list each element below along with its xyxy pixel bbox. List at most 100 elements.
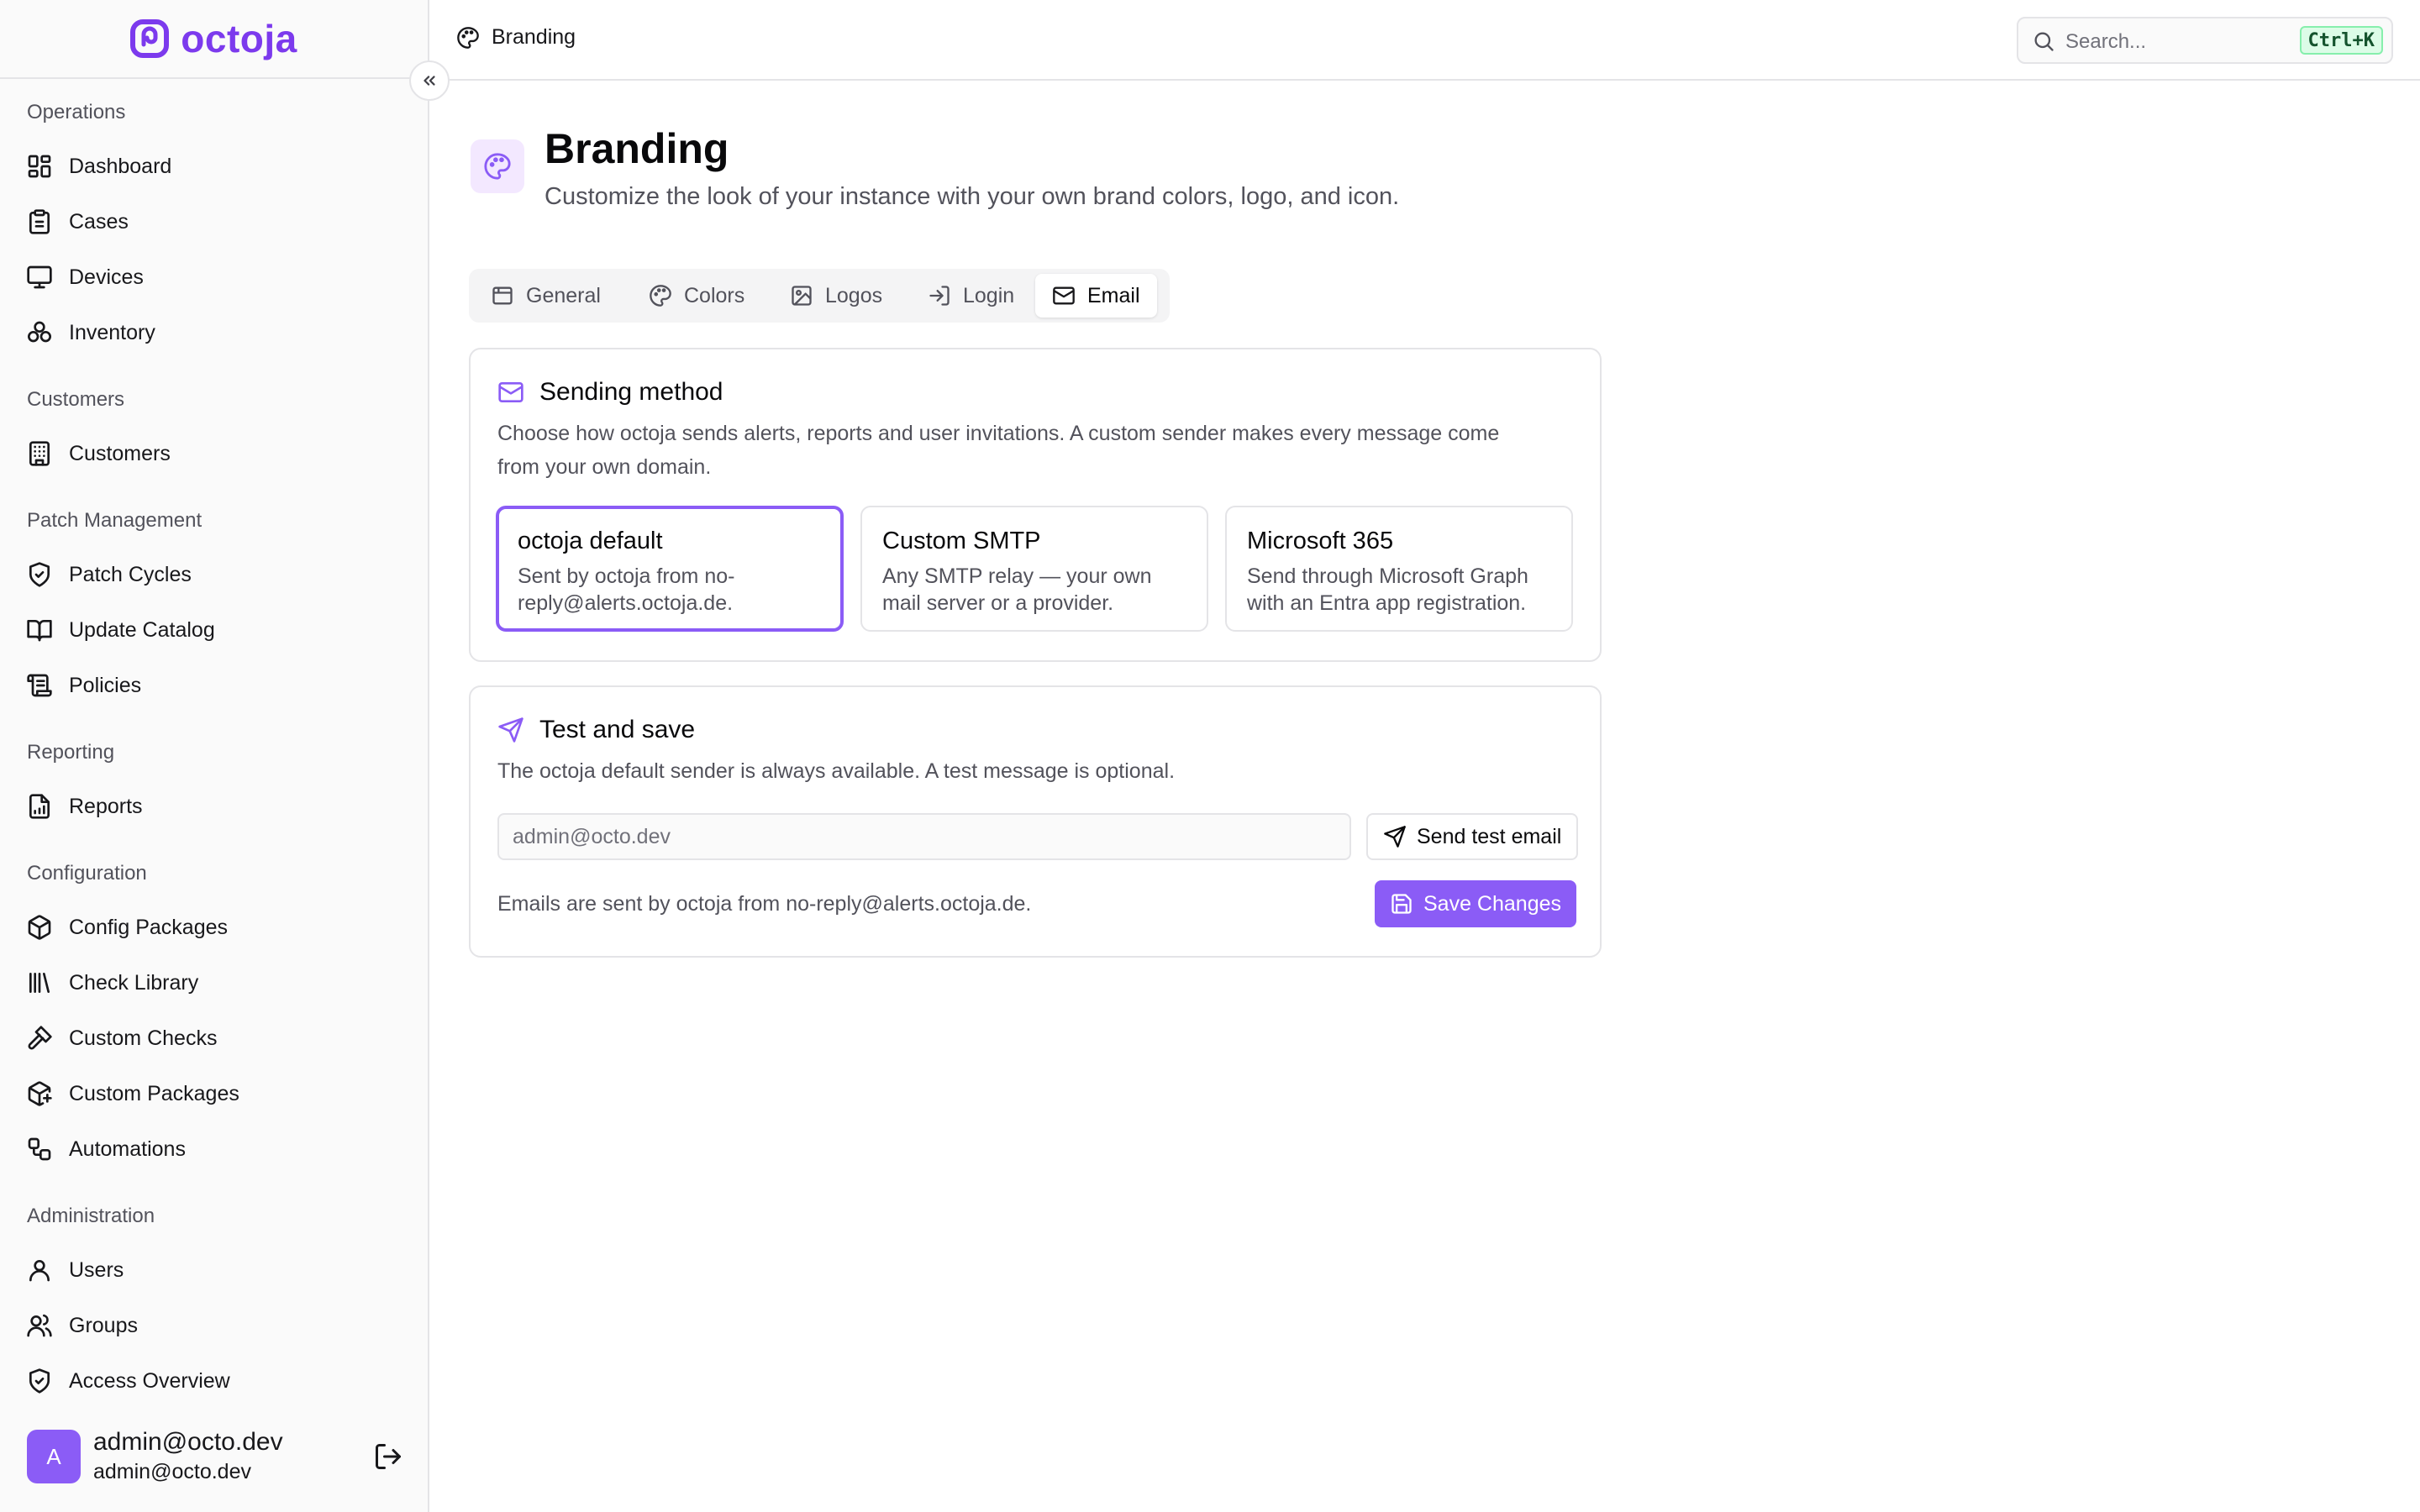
sidebar-item-groups[interactable]: Groups (25, 1302, 403, 1349)
app-logo-text[interactable]: octoja (181, 16, 297, 61)
sidebar-item-label: Dashboard (69, 154, 172, 178)
sidebar-item-label: Access Overview (69, 1368, 230, 1393)
palette-icon (649, 284, 672, 307)
shield-check-icon (25, 1367, 54, 1395)
sidebar-item-label: Policies (69, 673, 142, 697)
sidebar-item-custom-packages[interactable]: Custom Packages (25, 1070, 403, 1117)
description-line: Choose how octoja sends alerts, reports … (497, 422, 1500, 445)
option-description: Send through Microsoft Graph with an Ent… (1247, 564, 1528, 615)
option-custom-smtp[interactable]: Custom SMTP Any SMTP relay — your own ma… (860, 506, 1208, 632)
save-icon (1390, 892, 1413, 916)
user-panel: A admin@octo.dev admin@octo.dev (0, 1420, 428, 1512)
sidebar-section-label: Administration (27, 1205, 155, 1227)
tab-logos[interactable]: Logos (773, 274, 899, 318)
tab-email[interactable]: Email (1035, 274, 1157, 318)
save-changes-button[interactable]: Save Changes (1375, 880, 1577, 927)
test-and-save-card: Test and save The octoja default sender … (469, 685, 1602, 958)
sidebar-item-label: Update Catalog (69, 617, 215, 642)
sidebar-item-label: Custom Packages (69, 1081, 239, 1105)
collapse-sidebar-button[interactable] (409, 60, 450, 101)
mail-icon (497, 379, 524, 406)
sidebar-item-access-overview[interactable]: Access Overview (25, 1357, 403, 1404)
sidebar-item-check-library[interactable]: Check Library (25, 959, 403, 1006)
chevrons-left-icon (420, 71, 439, 90)
sidebar: octoja Operations Dashboard Cases Device… (0, 0, 450, 1512)
sidebar-item-update-catalog[interactable]: Update Catalog (25, 606, 403, 654)
sidebar-item-devices[interactable]: Devices (25, 254, 403, 301)
sidebar-section-label: Patch Management (27, 509, 203, 532)
tab-label: General (526, 283, 601, 307)
option-microsoft-365[interactable]: Microsoft 365 Send through Microsoft Gra… (1225, 506, 1573, 632)
window-icon (491, 284, 514, 307)
description-line: from your own domain. (497, 455, 712, 479)
sidebar-section-label: Configuration (27, 862, 147, 885)
sidebar-item-custom-checks[interactable]: Custom Checks (25, 1015, 403, 1062)
user-email: admin@octo.dev (93, 1460, 251, 1483)
clipboard-icon (25, 207, 54, 236)
tab-label: Email (1087, 283, 1140, 307)
sidebar-item-label: Customers (69, 441, 171, 465)
button-label: Save Changes (1423, 891, 1562, 916)
logout-icon[interactable] (373, 1441, 403, 1472)
sidebar-item-customers[interactable]: Customers (25, 430, 403, 477)
building-icon (25, 439, 54, 468)
tab-colors[interactable]: Colors (632, 274, 761, 318)
branding-tabs: General Colors Logos Login Email (469, 269, 1170, 323)
send-test-email-button[interactable]: Send test email (1366, 813, 1579, 860)
user-icon (25, 1256, 54, 1284)
sidebar-item-dashboard[interactable]: Dashboard (25, 143, 403, 190)
users-icon (25, 1311, 54, 1340)
octoja-logo-icon (130, 19, 170, 58)
option-description: Any SMTP relay — your own mail server or… (882, 564, 1152, 615)
sending-method-description: Choose how octoja sends alerts, reports … (497, 417, 1499, 484)
scroll-icon (25, 671, 54, 700)
tab-general[interactable]: General (474, 274, 618, 318)
sidebar-header: octoja (0, 0, 428, 79)
option-title: Custom SMTP (882, 528, 1041, 554)
palette-icon (456, 26, 480, 50)
search-placeholder: Search... (2065, 30, 2147, 53)
sidebar-item-inventory[interactable]: Inventory (25, 309, 403, 356)
sidebar-item-users[interactable]: Users (25, 1247, 403, 1294)
shield-icon (25, 560, 54, 589)
breadcrumb: Branding (456, 25, 576, 50)
tab-label: Login (963, 283, 1015, 307)
test-and-save-title: Test and save (539, 716, 696, 743)
sidebar-item-label: Custom Checks (69, 1026, 218, 1050)
tab-label: Colors (684, 283, 745, 307)
tab-label: Logos (825, 283, 883, 307)
top-bar: Branding Search... Ctrl+K (429, 0, 2420, 81)
page-icon (471, 139, 524, 193)
sidebar-item-label: Patch Cycles (69, 562, 192, 586)
search-box[interactable]: Search... Ctrl+K (2017, 17, 2393, 64)
sidebar-item-label: Automations (69, 1137, 186, 1161)
sender-note: Emails are sent by octoja from no-reply@… (497, 892, 1032, 916)
option-title: Microsoft 365 (1247, 528, 1394, 554)
app-root: octoja Operations Dashboard Cases Device… (0, 0, 2420, 1512)
mail-icon (1052, 284, 1076, 307)
report-icon (25, 792, 54, 821)
option-octoja-default[interactable]: octoja default Sent by octoja from no-re… (496, 506, 844, 632)
sidebar-item-automations[interactable]: Automations (25, 1126, 403, 1173)
library-icon (25, 969, 54, 997)
sidebar-item-patch-cycles[interactable]: Patch Cycles (25, 551, 403, 598)
sending-method-card: Sending method Choose how octoja sends a… (469, 348, 1602, 662)
palette-icon (483, 152, 512, 181)
sidebar-item-config-packages[interactable]: Config Packages (25, 904, 403, 951)
search-icon (2032, 29, 2055, 53)
test-and-save-description: The octoja default sender is always avai… (497, 759, 1176, 783)
workflow-icon (25, 1135, 54, 1163)
sidebar-item-label: Cases (69, 209, 129, 234)
sidebar-section-label: Reporting (27, 741, 115, 764)
test-email-input[interactable] (497, 813, 1351, 860)
sidebar-section-label: Operations (27, 101, 126, 123)
tab-login[interactable]: Login (911, 274, 1031, 318)
image-icon (790, 284, 813, 307)
avatar[interactable]: A (27, 1430, 81, 1483)
sidebar-item-cases[interactable]: Cases (25, 198, 403, 245)
sending-method-title: Sending method (539, 378, 723, 406)
sidebar-item-policies[interactable]: Policies (25, 662, 403, 709)
book-icon (25, 616, 54, 644)
sidebar-item-reports[interactable]: Reports (25, 783, 403, 830)
page-subtitle: Customize the look of your instance with… (544, 183, 1400, 210)
